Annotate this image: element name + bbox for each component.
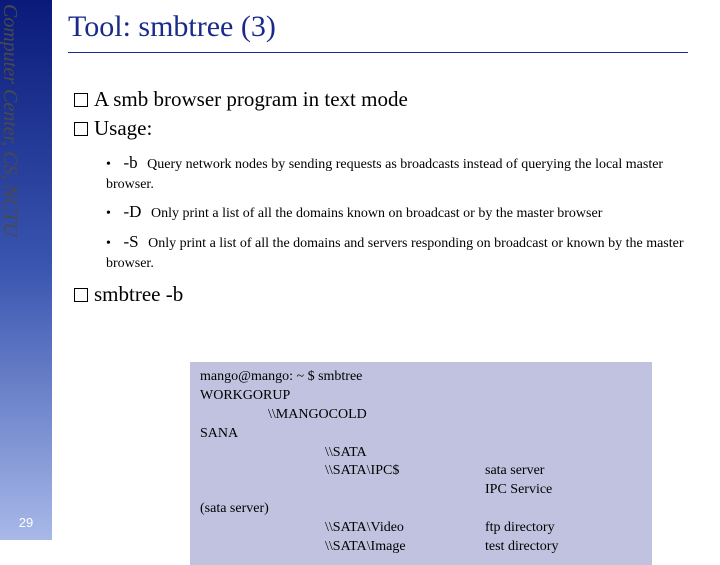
term-line: WORKGORUP: [200, 387, 642, 406]
sidebar-org-label: Computer Center, CS, NCTU: [0, 4, 30, 334]
term-cell: \\SATA\Image: [325, 538, 485, 557]
term-cell: [200, 462, 325, 481]
bullet-dot-icon: •: [106, 234, 120, 254]
term-cell: [200, 481, 325, 500]
bullet-command: smbtree -b: [74, 282, 708, 307]
bullet-usage: Usage:: [74, 116, 708, 141]
option-D: • -D Only print a list of all the domain…: [106, 200, 708, 224]
option-b: • -b Query network nodes by sending requ…: [106, 151, 708, 194]
term-row: \\SATA: [200, 444, 642, 463]
option-desc: Only print a list of all the domains and…: [106, 236, 684, 271]
term-cell: [485, 444, 642, 463]
term-cell: [200, 444, 325, 463]
term-row: \\SATA\Video ftp directory: [200, 519, 642, 538]
bullet-intro: A smb browser program in text mode: [74, 87, 708, 112]
square-bullet-icon: [74, 93, 88, 107]
term-cell: [200, 538, 325, 557]
bullet-dot-icon: •: [106, 204, 120, 224]
term-line: mango@mango: ~ $ smbtree: [200, 368, 642, 387]
option-flag: -b: [124, 153, 138, 172]
term-cell: ftp directory: [485, 519, 642, 538]
options-list: • -b Query network nodes by sending requ…: [106, 151, 708, 274]
term-row: \\SATA\Image test directory: [200, 538, 642, 557]
term-cell: [325, 481, 485, 500]
term-cell: \\SATA\IPC$: [325, 462, 485, 481]
option-desc: Query network nodes by sending requests …: [106, 157, 663, 192]
term-cell: \\SATA: [325, 444, 485, 463]
term-line: \\MANGOCOLD: [200, 406, 642, 425]
term-cell: sata server: [485, 462, 642, 481]
slide-title: Tool: smbtree (3): [68, 10, 708, 44]
page-number: 29: [0, 515, 52, 530]
term-cell: test directory: [485, 538, 642, 557]
term-cell: \\SATA\Video: [325, 519, 485, 538]
title-divider: [68, 52, 688, 53]
term-line: SANA: [200, 425, 642, 444]
term-row: IPC Service: [200, 481, 642, 500]
bullet-dot-icon: •: [106, 155, 120, 175]
term-row: \\SATA\IPC$ sata server: [200, 462, 642, 481]
terminal-output: mango@mango: ~ $ smbtree WORKGORUP \\MAN…: [190, 362, 652, 565]
bullet-text: smbtree -b: [94, 282, 183, 306]
term-line: (sata server): [200, 500, 642, 519]
term-cell: IPC Service: [485, 481, 642, 500]
square-bullet-icon: [74, 288, 88, 302]
term-cell: [200, 519, 325, 538]
option-S: • -S Only print a list of all the domain…: [106, 230, 708, 273]
bullet-text: A smb browser program in text mode: [94, 87, 408, 111]
option-flag: -D: [124, 202, 142, 221]
slide-content: Tool: smbtree (3) A smb browser program …: [68, 10, 708, 311]
square-bullet-icon: [74, 122, 88, 136]
bullet-text: Usage:: [94, 116, 152, 140]
option-flag: -S: [124, 232, 139, 251]
option-desc: Only print a list of all the domains kno…: [151, 206, 602, 221]
